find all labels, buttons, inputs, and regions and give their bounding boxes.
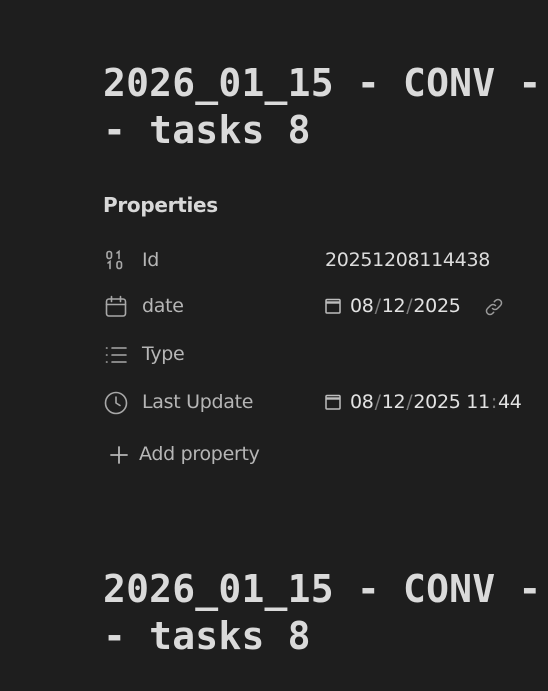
calendar-icon	[103, 294, 129, 320]
properties-heading[interactable]: Properties	[103, 193, 218, 217]
property-value-id[interactable]: 20251208114438	[325, 249, 490, 271]
plus-icon	[107, 443, 131, 467]
note-title-line-1: 2026_01_15 - CONV -	[103, 61, 542, 105]
add-property-button[interactable]: Add property	[103, 437, 303, 477]
date-separator: /	[374, 391, 381, 413]
date-month: 12	[381, 295, 406, 317]
note-title-line-2: - tasks 8	[103, 108, 311, 152]
date-day: 08	[350, 295, 374, 317]
note-heading-line-1: 2026_01_15 - CONV -	[103, 567, 542, 611]
date-picker-icon[interactable]	[323, 296, 343, 316]
binary-icon	[103, 248, 129, 274]
date-year: 2025	[413, 295, 461, 317]
property-value-last-update[interactable]: 08/12/2025 11:44	[350, 391, 522, 413]
time-minute: 44	[497, 391, 522, 413]
property-row-date[interactable]: date 08/12/2025	[103, 286, 548, 326]
date-separator: /	[374, 295, 381, 317]
time-separator: :	[490, 391, 497, 413]
note-title[interactable]: 2026_01_15 - CONV - - tasks 8	[103, 60, 541, 154]
property-row-type[interactable]: Type	[103, 334, 548, 374]
property-row-last-update[interactable]: Last Update 08/12/2025 11:44	[103, 382, 548, 422]
date-month: 12	[381, 391, 406, 413]
list-icon	[103, 342, 129, 368]
clock-icon	[103, 390, 129, 416]
time-hour: 11	[466, 391, 490, 413]
property-row-id[interactable]: Id 20251208114438	[103, 240, 548, 280]
datetime-picker-icon[interactable]	[323, 392, 343, 412]
note-heading-repeat: 2026_01_15 - CONV - - tasks 8	[103, 566, 541, 660]
property-label-last-update: Last Update	[142, 391, 254, 413]
property-label-date: date	[142, 295, 184, 317]
property-label-type: Type	[142, 343, 185, 365]
property-label-id: Id	[142, 249, 160, 271]
note-heading-line-2: - tasks 8	[103, 614, 311, 658]
add-property-label: Add property	[139, 443, 260, 465]
date-year: 2025	[413, 391, 461, 413]
date-day: 08	[350, 391, 374, 413]
property-value-date[interactable]: 08/12/2025	[350, 295, 461, 317]
link-icon[interactable]	[483, 296, 505, 318]
